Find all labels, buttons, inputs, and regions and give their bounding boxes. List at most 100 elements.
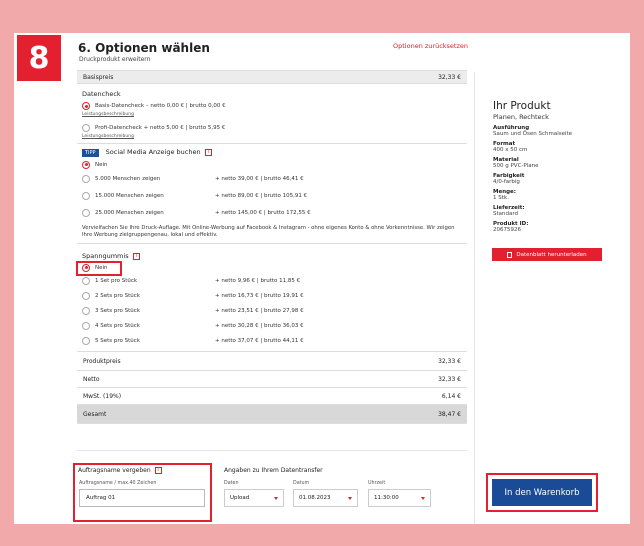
social-option-5000[interactable]: 5.000 Menschen zeigen + netto 39,00 € | … bbox=[77, 170, 467, 187]
spanngummis-option-2[interactable]: 2 Sets pro Stück + netto 16,73 € | brutt… bbox=[77, 288, 467, 303]
social-option-15000[interactable]: 15.000 Menschen zeigen + netto 89,00 € |… bbox=[77, 187, 467, 204]
option-price: + netto 89,00 € | brutto 105,91 € bbox=[215, 192, 308, 199]
highlight-spanngummis bbox=[76, 261, 122, 276]
option-price: + netto 16,73 € | brutto 19,91 € bbox=[215, 292, 304, 299]
summary-mwst: MwSt. (19%) 6,14 € bbox=[77, 388, 467, 405]
page-subtitle: Druckprodukt erweitern bbox=[79, 56, 151, 63]
social-option-25000[interactable]: 25.000 Menschen zeigen + netto 145,00 € … bbox=[77, 204, 467, 221]
summary-value: 38,47 € bbox=[438, 410, 461, 418]
uhrzeit-value: 11:30:00 bbox=[374, 495, 399, 501]
uhrzeit-select[interactable]: 11:30:00 bbox=[368, 489, 431, 507]
option-label: 15.000 Menschen zeigen bbox=[95, 192, 164, 199]
summary-value: 32,33 € bbox=[438, 375, 461, 383]
daten-label: Daten bbox=[224, 481, 239, 486]
basispreis-row: Basispreis 32,33 € bbox=[77, 70, 467, 84]
leistungsbeschreibung-link[interactable]: Leistungsbeschreibung bbox=[77, 112, 467, 119]
tipp-badge: TIPP bbox=[82, 149, 99, 157]
option-label: Profi-Datencheck + netto 5,00 € | brutto… bbox=[95, 125, 226, 131]
spanngummis-option-4[interactable]: 4 Sets pro Stück + netto 30,28 € | brutt… bbox=[77, 318, 467, 333]
uhrzeit-label: Uhrzeit bbox=[368, 481, 386, 486]
radio-icon[interactable] bbox=[82, 321, 90, 330]
spec-value: Saum und Ösen Schmalseite bbox=[493, 131, 573, 137]
basispreis-value: 32,33 € bbox=[438, 73, 461, 81]
daten-value: Upload bbox=[230, 495, 250, 501]
spanngummis-option-1[interactable]: 1 Set pro Stück + netto 9,96 € | brutto … bbox=[77, 273, 467, 288]
auftragsname-title: Auftragsname vergeben i bbox=[78, 467, 162, 474]
spanngummis-title-row: Spanngummis i bbox=[77, 244, 467, 262]
summary-netto: Netto 32,33 € bbox=[77, 371, 467, 388]
summary-gesamt: Gesamt 38,47 € bbox=[77, 405, 467, 424]
option-price: + netto 23,51 € | brutto 27,98 € bbox=[215, 307, 304, 314]
option-label: 4 Sets pro Stück bbox=[95, 322, 140, 329]
add-to-cart-button[interactable]: In den Warenkorb bbox=[492, 479, 592, 506]
divider-vertical bbox=[474, 72, 475, 524]
radio-icon[interactable] bbox=[82, 191, 90, 200]
radio-icon[interactable] bbox=[82, 208, 90, 217]
radio-icon[interactable] bbox=[82, 124, 90, 132]
radio-icon[interactable] bbox=[82, 291, 90, 300]
social-section: TIPP Social Media Anzeige buchen i Nein … bbox=[77, 144, 467, 244]
spanngummis-option-5[interactable]: 5 Sets pro Stück + netto 37,07 € | brutt… bbox=[77, 333, 467, 348]
option-price: + netto 9,96 € | brutto 11,85 € bbox=[215, 277, 301, 284]
transfer-title: Angaben zu Ihrem Datentransfer bbox=[224, 467, 323, 474]
datum-label: Datum bbox=[293, 481, 310, 486]
option-price: + netto 30,28 € | brutto 36,03 € bbox=[215, 322, 304, 329]
datum-select[interactable]: 01.08.2023 bbox=[293, 489, 358, 507]
spanngummis-option-3[interactable]: 3 Sets pro Stück + netto 23,51 € | brutt… bbox=[77, 303, 467, 318]
datencheck-title: Datencheck bbox=[82, 90, 121, 98]
product-sidebar: Ihr Produkt Planen, Rechteck Ausführung … bbox=[493, 100, 613, 233]
options-panel: Basispreis 32,33 € Datencheck Basis-Date… bbox=[77, 70, 467, 424]
summary-value: 32,33 € bbox=[438, 357, 461, 365]
spanngummis-section: Spanngummis i Nein 1 Set pro Stück + net… bbox=[77, 244, 467, 352]
page-title: 6. Optionen wählen bbox=[78, 41, 210, 55]
option-price: + netto 39,00 € | brutto 46,41 € bbox=[215, 175, 304, 182]
option-label: 2 Sets pro Stück bbox=[95, 292, 140, 299]
info-icon[interactable]: i bbox=[154, 467, 162, 474]
auftragsname-title-text: Auftragsname vergeben bbox=[78, 467, 151, 474]
summary-label: MwSt. (19%) bbox=[83, 392, 122, 400]
reset-options-link[interactable]: Optionen zurücksetzen bbox=[393, 42, 468, 50]
spanngummis-option-nein[interactable]: Nein bbox=[77, 262, 467, 273]
option-price: + netto 145,00 € | brutto 172,55 € bbox=[215, 209, 311, 216]
summary-value: 6,14 € bbox=[441, 392, 461, 400]
spec-value: 20675926 bbox=[493, 227, 521, 233]
pdf-icon bbox=[507, 251, 513, 258]
product-subtitle: Planen, Rechteck bbox=[493, 113, 549, 121]
radio-selected-icon[interactable] bbox=[82, 102, 90, 110]
chevron-down-icon bbox=[274, 496, 278, 500]
chevron-down-icon bbox=[348, 496, 352, 500]
spec-value: 1 Stk. bbox=[493, 195, 509, 201]
info-icon[interactable]: i bbox=[132, 252, 140, 260]
radio-icon[interactable] bbox=[82, 336, 90, 345]
daten-select[interactable]: Upload bbox=[224, 489, 284, 507]
option-label: Nein bbox=[95, 161, 108, 168]
divider-horizontal bbox=[77, 450, 467, 451]
option-label: 1 Set pro Stück bbox=[95, 277, 138, 284]
spec-value: 400 x 50 cm bbox=[493, 147, 528, 153]
radio-icon[interactable] bbox=[82, 276, 90, 285]
datencheck-option-basis[interactable]: Basis-Datencheck – netto 0,00 € | brutto… bbox=[77, 100, 467, 112]
summary-produktpreis: Produktpreis 32,33 € bbox=[77, 352, 467, 371]
option-label: 3 Sets pro Stück bbox=[95, 307, 140, 314]
summary-label: Gesamt bbox=[83, 410, 107, 418]
social-title-row: TIPP Social Media Anzeige buchen i bbox=[77, 144, 467, 159]
auftragsname-field-label: Auftragsname / max.40 Zeichen bbox=[79, 481, 157, 486]
download-datasheet-button[interactable]: Datenblatt herunterladen bbox=[492, 248, 602, 261]
option-label: 5.000 Menschen zeigen bbox=[95, 175, 161, 182]
info-icon[interactable]: i bbox=[204, 148, 212, 156]
option-label: 25.000 Menschen zeigen bbox=[95, 209, 164, 216]
basispreis-label: Basispreis bbox=[83, 73, 114, 81]
spec-value: Standard bbox=[493, 211, 519, 217]
radio-icon[interactable] bbox=[82, 306, 90, 315]
option-price: + netto 37,07 € | brutto 44,11 € bbox=[215, 337, 304, 344]
option-label: Basis-Datencheck – netto 0,00 € | brutto… bbox=[95, 103, 226, 109]
download-label: Datenblatt herunterladen bbox=[516, 251, 587, 258]
social-option-nein[interactable]: Nein bbox=[77, 159, 467, 170]
leistungsbeschreibung-link[interactable]: Leistungsbeschreibung bbox=[77, 134, 467, 141]
radio-icon[interactable] bbox=[82, 174, 90, 183]
option-label: 5 Sets pro Stück bbox=[95, 337, 140, 344]
datencheck-option-profi[interactable]: Profi-Datencheck + netto 5,00 € | brutto… bbox=[77, 122, 467, 134]
spec-value: 500 g PVC-Plane bbox=[493, 163, 539, 169]
auftragsname-input[interactable]: Auftrag 01 bbox=[79, 489, 205, 507]
radio-selected-icon[interactable] bbox=[82, 160, 90, 169]
